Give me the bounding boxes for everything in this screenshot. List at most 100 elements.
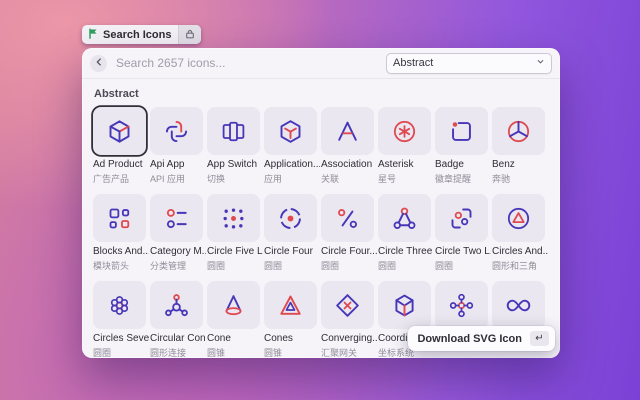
icon-label-en: Asterisk — [378, 159, 414, 170]
icon-label-cn: 圆形和三角 — [492, 261, 538, 271]
icon-tile[interactable] — [378, 194, 431, 242]
infinity-icon — [505, 292, 532, 319]
icon-tile[interactable] — [264, 281, 317, 329]
cones-icon — [277, 292, 304, 319]
circles-seven-icon — [106, 292, 133, 319]
icon-cell-circle-two-line[interactable]: Circle Two L... 圆圈 — [435, 194, 492, 272]
icon-cell-api-app[interactable]: Api App API 应用 — [150, 107, 207, 185]
icon-tile[interactable] — [435, 281, 488, 329]
icon-tile[interactable] — [207, 194, 260, 242]
icon-cell-converging-gateway[interactable]: Converging... 汇聚网关 — [321, 281, 378, 358]
icon-label-cn: 圆锥 — [264, 348, 283, 358]
icon-cell-benz[interactable]: Benz 奔驰 — [492, 107, 549, 185]
icon-label-cn: 圆圈 — [264, 261, 283, 271]
icon-tile[interactable] — [321, 281, 374, 329]
icon-tile[interactable] — [321, 194, 374, 242]
icon-label-cn: 应用 — [264, 174, 283, 184]
icon-tile[interactable] — [207, 107, 260, 155]
icon-label-cn: 切换 — [207, 174, 226, 184]
circle-four-icon — [277, 205, 304, 232]
icon-label-cn: 广告产品 — [93, 174, 130, 184]
circle-three-icon — [391, 205, 418, 232]
icon-tile[interactable] — [207, 281, 260, 329]
section-title: Abstract — [94, 88, 139, 100]
icon-label-cn: 汇聚网关 — [321, 348, 358, 358]
api-app-icon — [163, 118, 190, 145]
icon-label-cn: 圆圈 — [321, 261, 340, 271]
ad-product-icon — [106, 118, 133, 145]
category-dropdown-value: Abstract — [393, 57, 434, 69]
icon-cell-blocks-and-arrows[interactable]: Blocks And... 模块箭头 — [93, 194, 150, 272]
icon-cell-circular-connection[interactable]: Circular Con... 圆形连接 — [150, 281, 207, 358]
icon-cell-circle-four-line[interactable]: Circle Four... 圆圈 — [321, 194, 378, 272]
icon-cell-circle-five-line[interactable]: Circle Five L... 圆圈 — [207, 194, 264, 272]
icon-tile[interactable] — [492, 194, 545, 242]
icon-tile[interactable] — [150, 194, 203, 242]
icon-cell-ad-product[interactable]: Ad Product 广告产品 — [93, 107, 150, 185]
cross-ring-icon — [448, 292, 475, 319]
icon-tile[interactable] — [150, 281, 203, 329]
coordinate-system-icon — [391, 292, 418, 319]
icon-tile[interactable] — [150, 107, 203, 155]
icon-label-cn: 徽章提醒 — [435, 174, 472, 184]
icon-cell-association[interactable]: Association 关联 — [321, 107, 378, 185]
icon-tile[interactable] — [93, 281, 146, 329]
icon-label-cn: 圆形连接 — [150, 348, 187, 358]
search-icons-chip[interactable]: Search Icons — [82, 25, 202, 44]
icon-tile[interactable] — [321, 107, 374, 155]
icon-label-en: Application... — [264, 159, 320, 170]
icon-label-cn: 圆圈 — [378, 261, 397, 271]
icon-search-window: Abstract Abstract Ad Product广告产品Api AppA… — [82, 48, 560, 358]
icon-label-en: Circle Four — [264, 246, 313, 257]
download-action-tooltip[interactable]: Download SVG Icon ↵ — [408, 326, 555, 351]
icon-tile[interactable] — [93, 194, 146, 242]
lock-icon — [185, 26, 195, 44]
icon-tile[interactable] — [264, 107, 317, 155]
icon-label-cn: 模块箭头 — [93, 261, 130, 271]
icon-tile[interactable] — [264, 194, 317, 242]
icon-tile[interactable] — [492, 281, 545, 329]
icon-tile[interactable] — [492, 107, 545, 155]
icon-tile[interactable] — [93, 107, 146, 155]
icon-label-en: Circle Five L... — [207, 246, 263, 257]
icon-label-en: Circle Two L... — [435, 246, 491, 257]
icon-tile[interactable] — [378, 107, 431, 155]
icon-cell-circles-and-triangles[interactable]: Circles And... 圆形和三角 — [492, 194, 549, 272]
extension-flag-icon — [88, 26, 99, 44]
icon-label-en: Category M... — [150, 246, 206, 257]
icon-cell-badge[interactable]: Badge 徽章提醒 — [435, 107, 492, 185]
cone-icon — [220, 292, 247, 319]
circle-two-line-icon — [448, 205, 475, 232]
icon-tile[interactable] — [435, 107, 488, 155]
icon-cell-circle-four[interactable]: Circle Four 圆圈 — [264, 194, 321, 272]
circle-four-line-icon — [334, 205, 361, 232]
download-action-label: Download SVG Icon — [417, 332, 522, 345]
chip-lock-button[interactable] — [178, 25, 202, 44]
icon-cell-category-management[interactable]: Category M... 分类管理 — [150, 194, 207, 272]
icon-cell-circle-three[interactable]: Circle Three 圆圈 — [378, 194, 435, 272]
icon-label-cn: 分类管理 — [150, 261, 187, 271]
icon-label-en: Badge — [435, 159, 464, 170]
icon-label-en: App Switch — [207, 159, 258, 170]
badge-icon — [448, 118, 475, 145]
icon-label-en: Circle Three — [378, 246, 433, 257]
category-dropdown[interactable]: Abstract — [386, 52, 552, 74]
icon-cell-cones[interactable]: Cones 圆锥 — [264, 281, 321, 358]
icon-cell-asterisk[interactable]: Asterisk 星号 — [378, 107, 435, 185]
benz-icon — [505, 118, 532, 145]
icon-tile[interactable] — [435, 194, 488, 242]
back-button[interactable] — [90, 54, 107, 72]
blocks-and-arrows-icon — [106, 205, 133, 232]
icon-tile[interactable] — [378, 281, 431, 329]
icon-label-en: Api App — [150, 159, 185, 170]
enter-keycap: ↵ — [530, 331, 549, 346]
icon-cell-circles-seven[interactable]: Circles Seven 圆圈 — [93, 281, 150, 358]
icon-cell-cone[interactable]: Cone 圆锥 — [207, 281, 264, 358]
icon-label-en: Circular Con... — [150, 333, 206, 344]
icon-label-en: Circle Four... — [321, 246, 377, 257]
search-bar: Abstract — [82, 48, 560, 79]
icon-cell-app-switch[interactable]: App Switch 切换 — [207, 107, 264, 185]
search-input[interactable] — [114, 55, 386, 71]
icon-label-en: Ad Product — [93, 159, 143, 170]
icon-cell-application[interactable]: Application... 应用 — [264, 107, 321, 185]
